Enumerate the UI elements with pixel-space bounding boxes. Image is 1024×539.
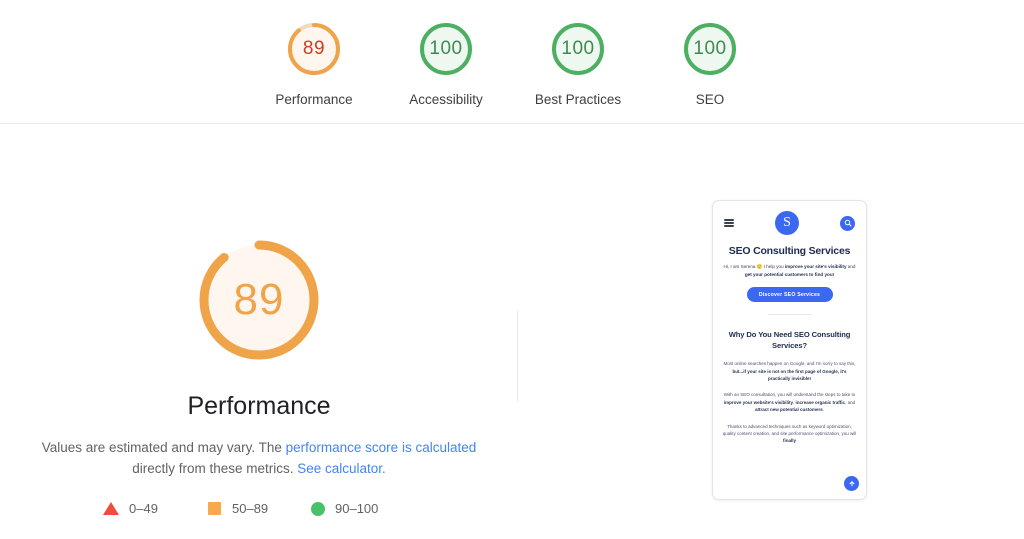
- triangle-icon: [103, 502, 119, 515]
- legend-label: 0–49: [129, 501, 158, 516]
- gauge-icon: 100: [679, 18, 741, 80]
- gauge-icon: 100: [547, 18, 609, 80]
- score-summary-bar: 89 Performance 100 Accessibility 100 Bes…: [0, 0, 1024, 124]
- hero-sub-bold-1: improve your site's visibility: [784, 264, 847, 269]
- site-navbar: S: [722, 205, 857, 241]
- hamburger-menu-icon[interactable]: [724, 219, 734, 227]
- performance-panel: 89 Performance Values are estimated and …: [0, 124, 518, 539]
- hero-heading: SEO Consulting Services: [728, 245, 851, 257]
- paragraph-text: Thanks to advanced techniques such as ke…: [722, 423, 857, 437]
- score-value: 100: [429, 38, 463, 59]
- paragraph-text: .: [822, 407, 825, 413]
- score-label: Performance: [275, 92, 353, 107]
- discover-seo-services-button[interactable]: Discover SEO Services: [746, 287, 833, 303]
- paragraph-bold: finally: [782, 438, 796, 444]
- legend-item-average: 50–89: [207, 501, 311, 516]
- score-item-best-practices[interactable]: 100 Best Practices: [512, 0, 644, 107]
- score-label: Best Practices: [534, 92, 622, 107]
- hero-subheading: Hi, I am Serena 🙂 I help you improve you…: [722, 263, 857, 278]
- paragraph-text: With an SEO consultation, you will under…: [723, 392, 856, 398]
- page-screenshot-thumbnail[interactable]: S SEO Consulting Services Hi, I am Seren…: [712, 200, 867, 500]
- performance-gauge-icon: 89: [191, 232, 327, 368]
- hero-sub-text-2: and: [846, 264, 856, 269]
- paragraph-bold: increase organic traffic: [795, 399, 846, 405]
- paragraph-bold: attract new potential customers: [754, 407, 823, 413]
- score-label: Accessibility: [409, 92, 483, 107]
- final-screenshot-panel: S SEO Consulting Services Hi, I am Seren…: [518, 124, 1024, 539]
- square-icon: [208, 502, 221, 515]
- paragraph-text: Most online searches happen on Google, a…: [723, 361, 856, 367]
- lighthouse-report: 89 Performance 100 Accessibility 100 Bes…: [0, 0, 1024, 539]
- paragraph-bold: but...if your site is not on the first p…: [732, 368, 847, 381]
- score-value: 89: [302, 38, 326, 59]
- score-value: 100: [693, 38, 727, 59]
- search-icon[interactable]: [840, 215, 855, 231]
- score-legend: 0–49 50–89 90–100: [103, 501, 415, 516]
- scroll-to-top-icon[interactable]: [844, 476, 859, 491]
- legend-item-fail: 0–49: [103, 501, 207, 516]
- section-paragraph-2: With an SEO consultation, you will under…: [722, 391, 857, 413]
- legend-item-pass: 90–100: [311, 501, 415, 516]
- section-paragraph-1: Most online searches happen on Google, a…: [722, 360, 857, 382]
- description-text-2: directly from these metrics.: [132, 461, 298, 476]
- divider: [767, 314, 812, 316]
- score-item-seo[interactable]: 100 SEO: [644, 0, 776, 107]
- description-text-1: Values are estimated and may vary. The: [41, 440, 286, 455]
- score-value: 100: [561, 38, 595, 59]
- paragraph-bold: improve your website's visibility: [723, 399, 794, 405]
- section-heading: Why Do You Need SEO Consulting Services?: [728, 330, 851, 351]
- score-description: Values are estimated and may vary. The p…: [24, 437, 494, 479]
- legend-label: 50–89: [232, 501, 269, 516]
- score-label: SEO: [695, 92, 725, 107]
- legend-label: 90–100: [335, 501, 379, 516]
- gauge-icon: 100: [415, 18, 477, 80]
- performance-score-calculated-link[interactable]: performance score is calculated: [286, 440, 477, 455]
- see-calculator-link[interactable]: See calculator.: [297, 461, 386, 476]
- hero-sub-text-1: Hi, I am Serena 🙂 I help you: [723, 264, 785, 269]
- circle-icon: [311, 501, 325, 516]
- page-title: Performance: [187, 392, 331, 420]
- site-logo: S: [775, 211, 799, 235]
- performance-score-value: 89: [233, 275, 285, 324]
- report-body: 89 Performance Values are estimated and …: [0, 124, 1024, 539]
- section-paragraph-3: Thanks to advanced techniques such as ke…: [722, 423, 857, 445]
- score-item-performance[interactable]: 89 Performance: [248, 0, 380, 107]
- paragraph-text: , and: [845, 399, 856, 405]
- screenshot-content: S SEO Consulting Services Hi, I am Seren…: [713, 205, 866, 499]
- hero-sub-bold-2: get your potential customers to find you…: [744, 271, 835, 277]
- gauge-icon: 89: [283, 18, 345, 80]
- score-item-accessibility[interactable]: 100 Accessibility: [380, 0, 512, 107]
